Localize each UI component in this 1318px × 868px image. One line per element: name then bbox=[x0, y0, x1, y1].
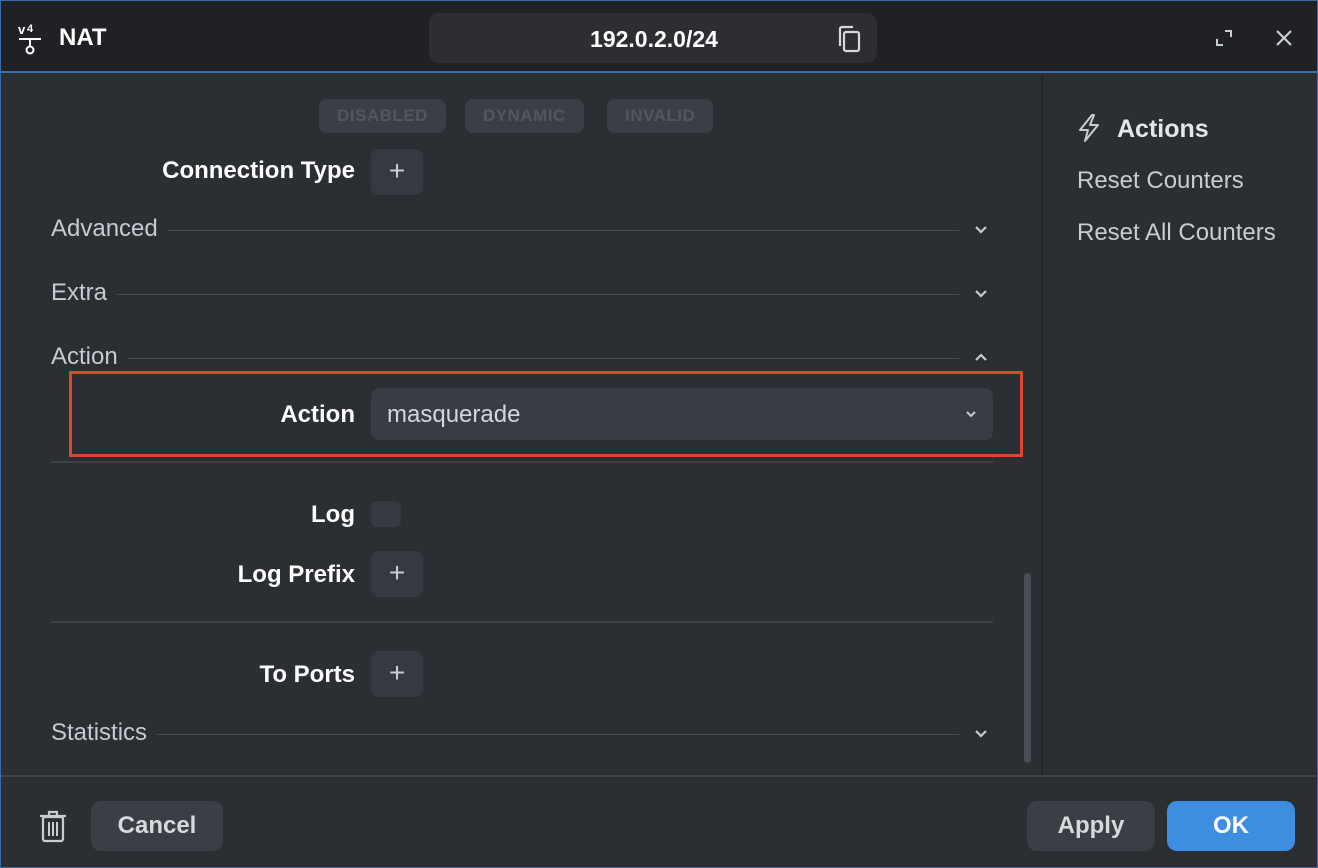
section-line bbox=[51, 358, 959, 359]
section-statistics-label: Statistics bbox=[51, 719, 158, 747]
action-select[interactable]: masquerade bbox=[371, 388, 993, 440]
section-statistics[interactable]: Statistics bbox=[51, 715, 993, 751]
reset-counters-link[interactable]: Reset Counters bbox=[1077, 167, 1244, 195]
close-icon[interactable] bbox=[1271, 25, 1297, 51]
ipv4-nat-icon: v 4 bbox=[18, 22, 41, 55]
chip-invalid[interactable]: INVALID bbox=[607, 99, 714, 133]
address-text: 192.0.2.0/24 bbox=[590, 26, 718, 52]
svg-text:v: v bbox=[18, 22, 26, 37]
action-label: Action bbox=[280, 401, 355, 428]
apply-button[interactable]: Apply bbox=[1027, 801, 1155, 851]
nat-dialog: v 4 NAT 192.0.2.0/24 DISABLED DYNAMIC IN… bbox=[0, 0, 1318, 868]
window-title: NAT bbox=[59, 24, 107, 51]
lightning-icon bbox=[1079, 114, 1099, 142]
action-select-value: masquerade bbox=[387, 401, 521, 428]
reset-all-counters-link[interactable]: Reset All Counters bbox=[1077, 219, 1276, 247]
cancel-button[interactable]: Cancel bbox=[91, 801, 223, 851]
section-line bbox=[51, 230, 959, 231]
chevron-down-icon[interactable] bbox=[971, 283, 991, 303]
scrollbar[interactable] bbox=[1024, 573, 1031, 763]
connection-type-add-button[interactable]: + bbox=[371, 149, 423, 195]
chip-disabled[interactable]: DISABLED bbox=[319, 99, 446, 133]
actions-panel: Actions Reset Counters Reset All Counter… bbox=[1041, 75, 1317, 775]
section-line bbox=[51, 734, 959, 735]
log-prefix-label: Log Prefix bbox=[237, 561, 355, 588]
actions-title: Actions bbox=[1117, 115, 1209, 143]
chevron-down-icon[interactable] bbox=[971, 723, 991, 743]
chevron-up-icon[interactable] bbox=[971, 347, 991, 367]
chevron-down-icon[interactable] bbox=[971, 219, 991, 239]
footer: Cancel Apply OK bbox=[1, 775, 1317, 867]
section-extra-label: Extra bbox=[51, 279, 118, 307]
maximize-icon[interactable] bbox=[1211, 25, 1237, 51]
log-checkbox[interactable] bbox=[371, 501, 401, 527]
address-field[interactable]: 192.0.2.0/24 bbox=[429, 13, 877, 63]
section-advanced-label: Advanced bbox=[51, 215, 168, 243]
chip-dynamic[interactable]: DYNAMIC bbox=[465, 99, 584, 133]
section-line bbox=[51, 294, 959, 295]
connection-type-label: Connection Type bbox=[162, 157, 355, 184]
section-extra[interactable]: Extra bbox=[51, 275, 993, 311]
section-action[interactable]: Action bbox=[51, 339, 993, 375]
chevron-down-icon bbox=[966, 411, 976, 418]
to-ports-add-button[interactable]: + bbox=[371, 651, 423, 697]
main-panel: DISABLED DYNAMIC INVALID Connection Type… bbox=[1, 75, 1041, 775]
trash-icon[interactable] bbox=[39, 809, 67, 843]
divider bbox=[51, 621, 993, 623]
svg-text:4: 4 bbox=[27, 23, 34, 35]
copy-icon[interactable] bbox=[835, 24, 865, 54]
log-label: Log bbox=[311, 501, 355, 528]
divider bbox=[51, 461, 993, 463]
title-bar: v 4 NAT 192.0.2.0/24 bbox=[1, 1, 1317, 73]
section-advanced[interactable]: Advanced bbox=[51, 211, 993, 247]
ok-button[interactable]: OK bbox=[1167, 801, 1295, 851]
section-action-label: Action bbox=[51, 343, 128, 371]
to-ports-label: To Ports bbox=[259, 661, 355, 688]
log-prefix-add-button[interactable]: + bbox=[371, 551, 423, 597]
